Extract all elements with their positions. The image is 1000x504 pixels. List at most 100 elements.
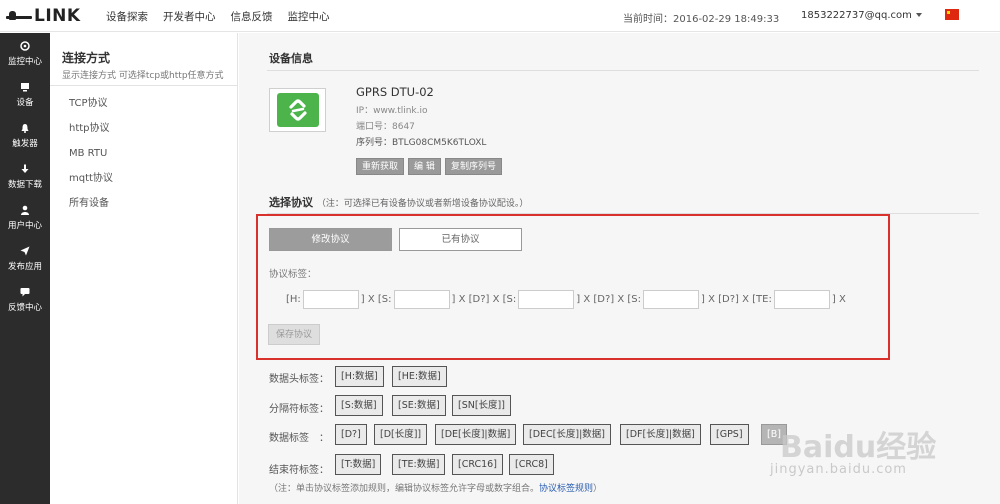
top-bar: LINK 设备探索 开发者中心 信息反馈 监控中心 当前时间：2016-02-2… [0,0,1000,32]
end-tags-row: 结束符标签： [269,461,329,476]
tag-button[interactable]: [CRC8] [509,454,554,475]
row-label: 结束符标签： [269,465,329,476]
separator-tags-row: 分隔符标签： [269,400,329,415]
rule-token: ] X [S: [360,294,392,305]
tab-modify-protocol[interactable]: 修改协议 [269,228,392,251]
divider [50,85,238,86]
tag-rules-link[interactable]: 协议标签规则 [539,484,593,494]
list-item-http[interactable]: http协议 [69,122,113,147]
nav-monitor-center[interactable]: 监控中心 [288,9,330,24]
rule-token: ] X [D?] X [S: [576,294,642,305]
separator-value-input-2[interactable] [518,290,575,309]
refresh-button[interactable]: 重新获取 [356,158,405,175]
logo-text: LINK [34,6,81,26]
panel-subtitle: 显示连接方式 可选择tcp或http任意方式 [62,71,224,81]
header-value-input[interactable] [302,290,359,309]
nav-developer-center[interactable]: 开发者中心 [163,9,216,24]
tag-button[interactable]: [DEC[长度]|数据] [523,424,611,445]
device-info-title: 设备信息 [269,52,313,65]
user-email: 1853222737@qq.com [801,10,912,21]
sidebar-item-label: 反馈中心 [7,303,42,313]
tag-button[interactable]: [D?] [335,424,367,445]
data-tags-row: 数据标签 ： [269,429,329,444]
separator-value-input-3[interactable] [643,290,700,309]
nav-device-explore[interactable]: 设备探索 [106,9,148,24]
watermark-url: jingyan.baidu.com [770,462,907,477]
device-serial: 序列号：BTLG08CM5K6TLOXL [356,138,487,148]
tag-button[interactable]: [D[长度]] [374,424,428,445]
device-icon [20,81,30,93]
sidebar-item-label: 监控中心 [7,57,42,67]
watermark: Baidu经验 jingyan.baidu.com [770,400,970,490]
sidebar-item-label: 用户中心 [7,221,42,231]
tag-button[interactable]: [S:数据] [335,395,383,416]
device-name: GPRS DTU-02 [356,85,434,99]
header-tags-row: 数据头标签： [269,370,329,385]
sidebar-item-publish[interactable]: 发布应用 [0,238,50,279]
tag-button[interactable]: [H:数据] [335,366,384,387]
protocol-rule-editor: [H: ] X [S: ] X [D?] X [S: ] X [D?] X [S… [284,290,848,309]
list-item-tcp[interactable]: TCP协议 [69,97,113,122]
rule-label: 协议标签： [269,269,317,280]
separator-value-input-1[interactable] [393,290,450,309]
current-time: 当前时间：2016-02-29 18:49:33 [623,14,780,25]
list-item-mbrtu[interactable]: MB RTU [69,147,113,172]
select-protocol-label: 选择协议 [269,196,313,209]
sidebar-item-user[interactable]: 用户中心 [0,197,50,238]
sidebar-item-download[interactable]: 数据下载 [0,156,50,197]
tag-button[interactable]: [TE:数据] [392,454,446,475]
nav-feedback[interactable]: 信息反馈 [231,9,273,24]
sidebar-item-label: 设备 [16,98,34,108]
chevron-down-icon [915,13,922,17]
note-text: （注：单击协议标签添加规则，编辑协议标签允许字母或数字组合。 [269,484,540,494]
terminator-value-input[interactable] [773,290,830,309]
sidebar-item-label: 数据下载 [7,180,42,190]
save-protocol-button[interactable]: 保存协议 [268,324,320,345]
sidebar-item-device[interactable]: 设备 [0,74,50,115]
tag-rules-note: （注：单击协议标签添加规则，编辑协议标签允许字母或数字组合。协议标签规则） [269,481,602,494]
note-end: ） [593,484,603,494]
device-link-icon [269,88,326,132]
user-menu[interactable]: 1853222737@qq.com [801,10,922,21]
device-port: 端口号：8647 [356,122,415,132]
bell-icon [20,122,30,134]
device-ip: IP：www.tlink.io [356,106,428,116]
sidebar-item-label: 触发器 [12,139,38,149]
select-protocol-title: 选择协议 （注：可选择已有设备协议或者新增设备协议配设。） [269,194,528,210]
sidebar-item-monitor[interactable]: 监控中心 [0,33,50,74]
tag-button[interactable]: [T:数据] [335,454,382,475]
select-protocol-note: （注：可选择已有设备协议或者新增设备协议配设。） [316,199,529,209]
flag-cn-icon[interactable] [945,9,959,20]
download-icon [20,163,30,175]
tag-button[interactable]: [DF[长度]|数据] [620,424,701,445]
sidebar-item-trigger[interactable]: 触发器 [0,115,50,156]
sidebar-item-label: 发布应用 [7,262,42,272]
rule-token: ] X [D?] X [S: [451,294,517,305]
connection-panel: 连接方式 显示连接方式 可选择tcp或http任意方式 TCP协议 http协议… [50,33,238,504]
list-item-all-devices[interactable]: 所有设备 [69,197,113,222]
tag-button[interactable]: [SN[长度]] [452,395,511,416]
logo-icon [6,10,32,22]
tab-existing-protocol[interactable]: 已有协议 [399,228,522,251]
user-icon [20,204,30,216]
tag-button[interactable]: [HE:数据] [392,366,447,387]
sidebar-item-feedback[interactable]: 反馈中心 [0,279,50,320]
list-item-mqtt[interactable]: mqtt协议 [69,172,113,197]
chat-icon [20,286,30,298]
edit-button[interactable]: 编 辑 [408,158,441,175]
monitor-icon [20,40,30,52]
rule-token: ] X [D?] X [TE: [701,294,772,305]
row-label: 数据头标签： [269,374,329,385]
panel-title: 连接方式 [62,51,111,65]
tag-button[interactable]: [CRC16] [452,454,503,475]
watermark-brand: Baidu经验 [780,430,937,465]
row-label: 分隔符标签： [269,404,329,415]
rule-token: ] X [831,294,846,305]
rule-token: [H: [286,294,301,305]
copy-serial-button[interactable]: 复制序列号 [445,158,503,175]
tag-button[interactable]: [DE[长度]|数据] [435,424,517,445]
tag-button[interactable]: [GPS] [710,424,749,445]
protocol-list: TCP协议 http协议 MB RTU mqtt协议 所有设备 [69,97,113,222]
tag-button[interactable]: [SE:数据] [392,395,446,416]
logo[interactable]: LINK [6,6,81,26]
